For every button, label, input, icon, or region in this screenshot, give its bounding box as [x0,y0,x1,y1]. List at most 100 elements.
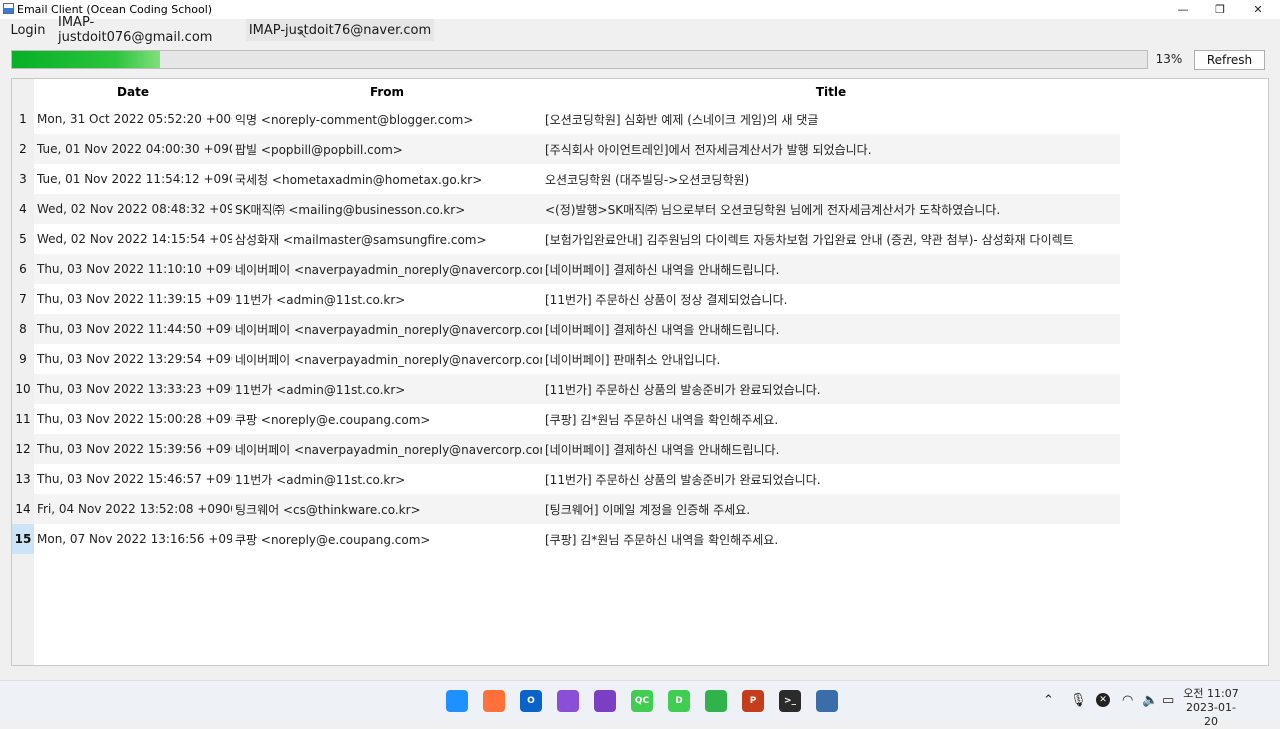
column-header-title[interactable]: Title [542,79,1120,104]
cell-from[interactable]: 팝빌 <popbill@popbill.com> [232,134,542,164]
cell-title[interactable]: [11번가] 주문하신 상품의 발송준비가 완료되었습니다. [542,464,1120,494]
cell-from[interactable]: 11번가 <admin@11st.co.kr> [232,464,542,494]
close-button[interactable]: ✕ [1240,0,1276,19]
cell-title[interactable]: [네이버페이] 판매취소 안내입니다. [542,344,1120,374]
column-header-date[interactable]: Date [34,79,232,104]
cell-title[interactable]: [네이버페이] 결제하신 내역을 안내해드립니다. [542,254,1120,284]
table-row[interactable]: 3 Tue, 01 Nov 2022 11:54:12 +0900 국세청 <hom… [12,164,1120,194]
visual-studio-icon[interactable] [594,690,616,712]
app-tray-icon[interactable]: ✕ [1096,693,1110,707]
cell-from[interactable]: 네이버페이 <naverpayadmin_noreply@navercorp.c… [232,314,542,344]
cell-title[interactable]: 오션코딩학원 (대주빌딩->오션코딩학원) [542,164,1120,194]
cell-date[interactable]: Tue, 01 Nov 2022 11:54:12 +0900 [34,164,232,194]
cell-title[interactable]: [네이버페이] 결제하신 내역을 안내해드립니다. [542,434,1120,464]
cell-date[interactable]: Thu, 03 Nov 2022 13:33:23 +0900 [34,374,232,404]
row-number[interactable]: 1 [12,104,34,134]
phone-link-icon[interactable] [705,690,727,712]
system-clock[interactable]: 오전 11:07 2023-01-20 [1180,687,1242,729]
powerpoint-icon[interactable]: P [742,690,764,712]
cell-date[interactable]: Thu, 03 Nov 2022 11:39:15 +0900 [34,284,232,314]
tab-login[interactable]: Login [4,19,52,41]
cell-from[interactable]: 팅크웨어 <cs@thinkware.co.kr> [232,494,542,524]
cell-date[interactable]: Thu, 03 Nov 2022 13:29:54 +0900 [34,344,232,374]
row-number[interactable]: 15 [12,524,34,554]
table-row[interactable]: 13 Thu, 03 Nov 2022 15:46:57 +0900 11번가 <a… [12,464,1120,494]
table-row[interactable]: 11 Thu, 03 Nov 2022 15:00:28 +0900 쿠팡 <nor… [12,404,1120,434]
cell-from[interactable]: SK매직㈜ <mailing@businesson.co.kr> [232,194,542,224]
chevron-up-icon[interactable]: ⌃ [1043,693,1054,708]
python-app-icon[interactable] [816,690,838,712]
refresh-button[interactable]: Refresh [1194,50,1265,70]
cell-date[interactable]: Mon, 07 Nov 2022 13:16:56 +0900 [34,524,232,554]
table-row[interactable]: 15 Mon, 07 Nov 2022 13:16:56 +0900 쿠팡 <nor… [12,524,1120,554]
row-number[interactable]: 6 [12,254,34,284]
github-icon[interactable] [557,690,579,712]
battery-icon[interactable]: ▭ [1162,693,1174,708]
outlook-icon[interactable]: O [520,690,542,712]
minimize-button[interactable]: — [1165,0,1201,19]
maximize-button[interactable]: ❐ [1202,0,1238,19]
table-row[interactable]: 10 Thu, 03 Nov 2022 13:33:23 +0900 11번가 <a… [12,374,1120,404]
table-row[interactable]: 7 Thu, 03 Nov 2022 11:39:15 +0900 11번가 <ad… [12,284,1120,314]
row-number[interactable]: 10 [12,374,34,404]
firefox-icon[interactable] [483,690,505,712]
windows-start-icon[interactable] [446,690,468,712]
microphone-icon[interactable]: 🎙 [1070,693,1087,708]
cell-date[interactable]: Fri, 04 Nov 2022 13:52:08 +0900 [34,494,232,524]
cell-date[interactable]: Thu, 03 Nov 2022 15:46:57 +0900 [34,464,232,494]
wifi-icon[interactable]: ◠ [1122,693,1133,708]
cell-title[interactable]: [오션코딩학원] 심화반 예제 (스네이크 게임)의 새 댓글 [542,104,1120,134]
table-row[interactable]: 1 Mon, 31 Oct 2022 05:52:20 +0000 익명 <nore… [12,104,1120,134]
cell-date[interactable]: Thu, 03 Nov 2022 11:44:50 +0900 [34,314,232,344]
row-number[interactable]: 3 [12,164,34,194]
cell-date[interactable]: Tue, 01 Nov 2022 04:00:30 +0900 [34,134,232,164]
cell-date[interactable]: Wed, 02 Nov 2022 08:48:32 +0900 [34,194,232,224]
cell-from[interactable]: 11번가 <admin@11st.co.kr> [232,284,542,314]
mail-table[interactable]: Date From Title 1 Mon, 31 Oct 2022 05:52:… [11,78,1269,666]
cell-from[interactable]: 국세청 <hometaxadmin@hometax.go.kr> [232,164,542,194]
cell-title[interactable]: <(정)발행>SK매직㈜ 님으로부터 오션코딩학원 님에게 전자세금계산서가 도… [542,194,1120,224]
cell-from[interactable]: 삼성화재 <mailmaster@samsungfire.com> [232,224,542,254]
row-number[interactable]: 14 [12,494,34,524]
qt-designer-icon[interactable]: D [668,690,690,712]
table-row[interactable]: 2 Tue, 01 Nov 2022 04:00:30 +0900 팝빌 <popb… [12,134,1120,164]
tab-imap-naver[interactable]: IMAP-justdoit76@naver.com [246,19,434,41]
column-header-from[interactable]: From [232,79,542,104]
cell-from[interactable]: 네이버페이 <naverpayadmin_noreply@navercorp.c… [232,344,542,374]
cell-date[interactable]: Thu, 03 Nov 2022 15:39:56 +0900 [34,434,232,464]
table-row[interactable]: 9 Thu, 03 Nov 2022 13:29:54 +0900 네이버페이 <n… [12,344,1120,374]
row-number[interactable]: 5 [12,224,34,254]
row-number[interactable]: 9 [12,344,34,374]
cell-title[interactable]: [쿠팡] 김*원님 주문하신 내역을 확인해주세요. [542,524,1120,554]
table-row[interactable]: 5 Wed, 02 Nov 2022 14:15:54 +0900 삼성화재 <ma… [12,224,1120,254]
cell-title[interactable]: [쿠팡] 김*원님 주문하신 내역을 확인해주세요. [542,404,1120,434]
terminal-icon[interactable]: >_ [779,690,801,712]
cell-title[interactable]: [11번가] 주문하신 상품의 발송준비가 완료되었습니다. [542,374,1120,404]
tab-imap-gmail[interactable]: IMAP-justdoit076@gmail.com [58,15,244,45]
row-number[interactable]: 8 [12,314,34,344]
cell-from[interactable]: 쿠팡 <noreply@e.coupang.com> [232,404,542,434]
table-row[interactable]: 6 Thu, 03 Nov 2022 11:10:10 +0900 네이버페이 <n… [12,254,1120,284]
cell-date[interactable]: Thu, 03 Nov 2022 15:00:28 +0900 [34,404,232,434]
row-number[interactable]: 11 [12,404,34,434]
cell-from[interactable]: 네이버페이 <naverpayadmin_noreply@navercorp.c… [232,434,542,464]
row-number[interactable]: 12 [12,434,34,464]
row-number[interactable]: 4 [12,194,34,224]
qt-creator-icon[interactable]: QC [631,690,653,712]
cell-title[interactable]: [주식회사 아이언트레인]에서 전자세금계산서가 발행 되었습니다. [542,134,1120,164]
row-number[interactable]: 7 [12,284,34,314]
table-row[interactable]: 4 Wed, 02 Nov 2022 08:48:32 +0900 SK매직㈜ <m… [12,194,1120,224]
row-number[interactable]: 13 [12,464,34,494]
row-number[interactable]: 2 [12,134,34,164]
cell-title[interactable]: [팅크웨어] 이메일 계정을 인증해 주세요. [542,494,1120,524]
cell-date[interactable]: Mon, 31 Oct 2022 05:52:20 +0000 [34,104,232,134]
cell-from[interactable]: 익명 <noreply-comment@blogger.com> [232,104,542,134]
speaker-icon[interactable]: 🔈 [1142,693,1158,708]
table-row[interactable]: 8 Thu, 03 Nov 2022 11:44:50 +0900 네이버페이 <n… [12,314,1120,344]
cell-title[interactable]: [네이버페이] 결제하신 내역을 안내해드립니다. [542,314,1120,344]
cell-date[interactable]: Wed, 02 Nov 2022 14:15:54 +0900 [34,224,232,254]
table-row[interactable]: 14 Fri, 04 Nov 2022 13:52:08 +0900 팅크웨어 <c… [12,494,1120,524]
cell-title[interactable]: [11번가] 주문하신 상품이 정상 결제되었습니다. [542,284,1120,314]
cell-from[interactable]: 11번가 <admin@11st.co.kr> [232,374,542,404]
table-row[interactable]: 12 Thu, 03 Nov 2022 15:39:56 +0900 네이버페이 <… [12,434,1120,464]
